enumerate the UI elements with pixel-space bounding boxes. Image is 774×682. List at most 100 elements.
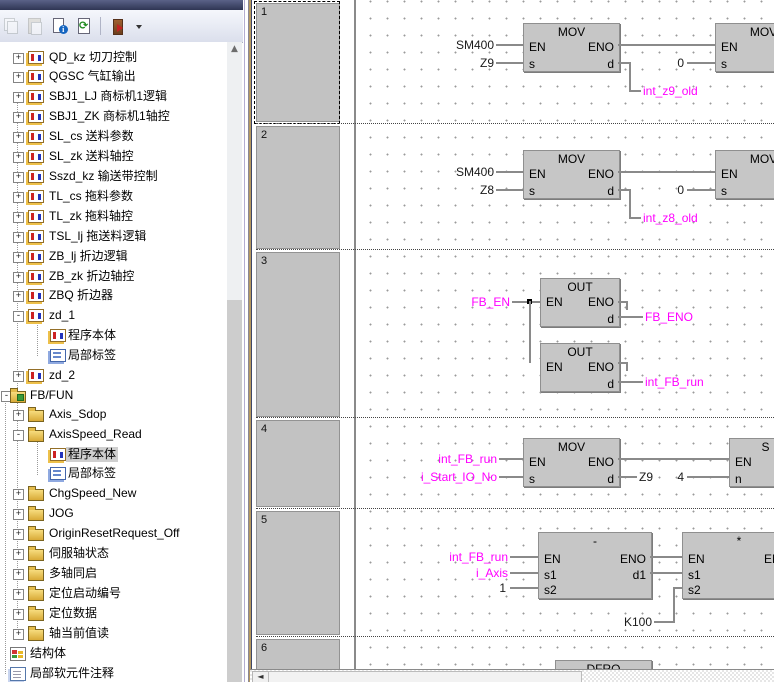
operand-sm400[interactable]: SM400 <box>456 166 494 178</box>
tree-item-tsl-lj[interactable]: +TSL_lj 拖送料逻辑 <box>0 227 227 246</box>
operand-z9[interactable]: Z9 <box>639 471 653 483</box>
scroll-up-arrow-icon[interactable]: ▲ <box>227 42 242 59</box>
tree-item-program-body-selected[interactable]: 程序本体 <box>0 445 227 464</box>
tree-item-zbq[interactable]: +ZBQ 折边器 <box>0 286 227 305</box>
expand-toggle[interactable]: + <box>13 371 24 382</box>
network-header-2[interactable]: 2 <box>256 126 340 249</box>
tree-item-tl-zk[interactable]: +TL_zk 拖料轴控 <box>0 207 227 226</box>
expand-toggle[interactable]: + <box>13 92 24 103</box>
fbd-horizontal-scrollbar[interactable]: ◄ <box>250 669 774 682</box>
expand-toggle[interactable]: + <box>13 53 24 64</box>
tree-item-axis-current-value[interactable]: +轴当前值读 <box>0 624 227 643</box>
operand-int-fb-run[interactable]: int_FB_run <box>449 551 508 563</box>
tree-item-originresetrequest-off[interactable]: +OriginResetRequest_Off <box>0 524 227 543</box>
tree-item-program-body[interactable]: 程序本体 <box>0 326 227 345</box>
out-block[interactable]: OUT ENENO d <box>540 278 620 327</box>
expand-toggle[interactable]: + <box>13 252 24 263</box>
expand-toggle[interactable]: + <box>13 509 24 520</box>
operand-fb-eno[interactable]: FB_ENO <box>645 311 693 323</box>
tree-item-sbj1-zk[interactable]: +SBJ1_ZK 商标机1轴控 <box>0 107 227 126</box>
tree-item-sl-cs[interactable]: +SL_cs 送料参数 <box>0 127 227 146</box>
expand-toggle[interactable]: + <box>13 589 24 600</box>
network-header-5[interactable]: 5 <box>256 511 340 635</box>
mov-block[interactable]: MOV ENENO sd <box>523 23 620 72</box>
operand-z9[interactable]: Z9 <box>480 57 494 69</box>
scrollbar-thumb[interactable] <box>227 300 242 682</box>
expand-toggle[interactable]: + <box>13 72 24 83</box>
constant-4[interactable]: 4 <box>677 471 684 483</box>
operand-z8[interactable]: Z8 <box>480 184 494 196</box>
expand-toggle[interactable]: + <box>13 569 24 580</box>
tree-item-chgspeed-new[interactable]: +ChgSpeed_New <box>0 484 227 503</box>
tree-item-positioning-data[interactable]: +定位数据 <box>0 604 227 623</box>
constant-k100[interactable]: K100 <box>624 616 652 628</box>
tree-item-multi-axis-start[interactable]: +多轴同启 <box>0 564 227 583</box>
tree-item-axis-sdop[interactable]: +Axis_Sdop <box>0 405 227 424</box>
multiply-block-clipped[interactable]: * ENENO s1 s2 <box>682 532 774 599</box>
paste-icon[interactable] <box>27 18 43 34</box>
expand-toggle[interactable]: + <box>13 291 24 302</box>
mov-block-clipped[interactable]: MOV EN s <box>715 150 774 199</box>
dropdown-caret-icon[interactable] <box>135 18 143 34</box>
tree-item-fb-fun[interactable]: -FB/FUN <box>0 386 227 405</box>
tree-item-zb-zk[interactable]: +ZB_zk 折边轴控 <box>0 267 227 286</box>
tree-item-local-label[interactable]: 局部标签 <box>0 464 227 483</box>
expand-toggle[interactable]: + <box>13 609 24 620</box>
operand-i-start-io-no[interactable]: i_Start_IO_No <box>421 471 497 483</box>
expand-toggle[interactable]: + <box>13 549 24 560</box>
operand-int-fb-run[interactable]: int_FB_run <box>438 453 497 465</box>
expand-toggle[interactable]: + <box>13 272 24 283</box>
expand-toggle[interactable]: + <box>13 192 24 203</box>
collapse-toggle[interactable]: - <box>13 311 24 322</box>
network-header-3[interactable]: 3 <box>256 252 340 417</box>
expand-toggle[interactable]: + <box>13 489 24 500</box>
operand-fb-en[interactable]: FB_EN <box>471 296 510 308</box>
tree-item-qd-kz[interactable]: +QD_kz 切刀控制 <box>0 48 227 67</box>
expand-toggle[interactable]: + <box>13 629 24 640</box>
tree-item-sbj1-lj[interactable]: +SBJ1_LJ 商标机1逻辑 <box>0 87 227 106</box>
tree-item-local-label[interactable]: 局部标签 <box>0 346 227 365</box>
constant-0[interactable]: 0 <box>677 184 684 196</box>
mov-block-clipped[interactable]: MOV EN s <box>715 23 774 72</box>
expand-toggle[interactable]: + <box>13 410 24 421</box>
tree-item-zd-1[interactable]: -zd_1 <box>0 306 227 325</box>
operand-int-fb-run[interactable]: int_FB_run <box>645 376 704 388</box>
expand-toggle[interactable]: + <box>13 232 24 243</box>
expand-toggle[interactable]: + <box>13 172 24 183</box>
dfro-block-clipped[interactable]: DFRO <box>555 660 652 669</box>
out-block[interactable]: OUT ENENO d <box>540 343 620 392</box>
tree-item-servo-axis-status[interactable]: +伺服轴状态 <box>0 544 227 563</box>
tree-item-sl-zk[interactable]: +SL_zk 送料轴控 <box>0 147 227 166</box>
exit-door-icon[interactable] <box>111 18 127 34</box>
tree-item-qgsc[interactable]: +QGSC 气缸输出 <box>0 67 227 86</box>
refresh-icon[interactable] <box>76 18 92 34</box>
expand-toggle[interactable]: + <box>13 112 24 123</box>
tree-scrollbar[interactable]: ▲ <box>227 42 242 682</box>
operand-int-z9-old[interactable]: int_z9_old <box>643 85 698 97</box>
tree-item-zd-2[interactable]: +zd_2 <box>0 366 227 385</box>
expand-toggle[interactable]: + <box>13 212 24 223</box>
tree-item-jog[interactable]: +JOG <box>0 504 227 523</box>
network-header-4[interactable]: 4 <box>256 420 340 507</box>
s-block-clipped[interactable]: S EN n <box>729 438 774 487</box>
collapse-toggle[interactable]: - <box>13 430 24 441</box>
operand-sm400[interactable]: SM400 <box>456 39 494 51</box>
mov-block[interactable]: MOV ENENO sd <box>523 150 620 199</box>
expand-toggle[interactable]: + <box>13 529 24 540</box>
network-header-6[interactable]: 6 <box>256 639 340 669</box>
constant-1[interactable]: 1 <box>499 582 506 594</box>
operand-int-z8-old[interactable]: int_z8_old <box>643 212 698 224</box>
constant-0[interactable]: 0 <box>677 57 684 69</box>
scroll-left-arrow-icon[interactable]: ◄ <box>252 671 269 682</box>
expand-toggle[interactable]: + <box>13 152 24 163</box>
tree-item-positioning-start-no[interactable]: +定位启动编号 <box>0 584 227 603</box>
tree-item-structure[interactable]: 结构体 <box>0 644 227 663</box>
tree-item-local-device-comment[interactable]: 局部软元件注释 <box>0 664 227 682</box>
expand-toggle[interactable]: + <box>13 132 24 143</box>
subtract-block[interactable]: - ENENO s1d1 s2 <box>538 532 652 599</box>
tree-item-tl-cs[interactable]: +TL_cs 拖料参数 <box>0 187 227 206</box>
doc-info-icon[interactable] <box>52 18 68 34</box>
operand-i-axis[interactable]: i_Axis <box>476 567 508 579</box>
tree-item-zb-lj[interactable]: +ZB_lj 折边逻辑 <box>0 247 227 266</box>
tree-item-sszd-kz[interactable]: +Sszd_kz 输送带控制 <box>0 167 227 186</box>
